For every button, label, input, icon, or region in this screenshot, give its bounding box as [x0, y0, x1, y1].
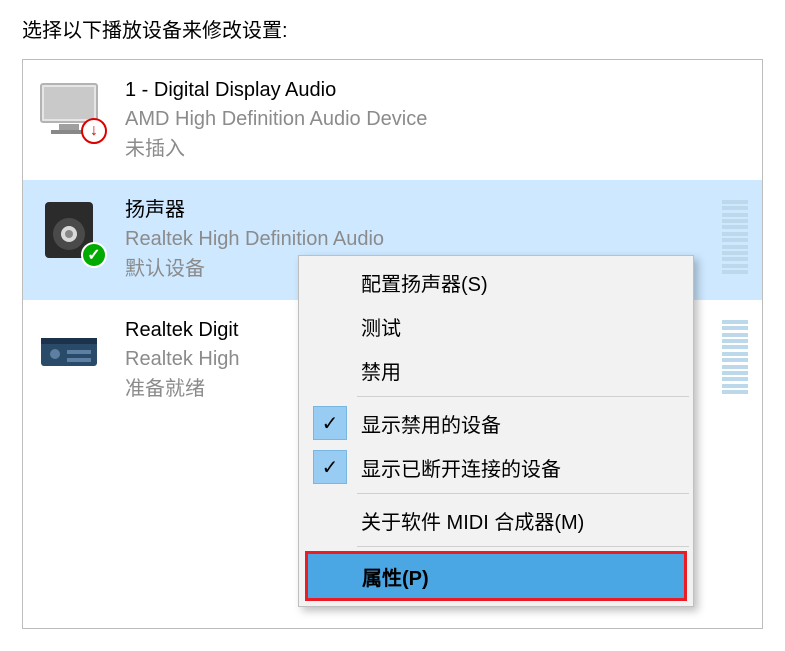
device-list-panel: 1 - Digital Display Audio AMD High Defin…	[22, 59, 763, 629]
speaker-icon	[37, 198, 101, 262]
device-subtitle: Realtek High Definition Audio	[125, 224, 712, 254]
device-text: 1 - Digital Display Audio AMD High Defin…	[125, 76, 748, 164]
menu-item-label: 配置扬声器(S)	[361, 268, 691, 297]
menu-item-test[interactable]: 测试	[301, 304, 691, 348]
device-status: 未插入	[125, 134, 748, 164]
menu-item-about-midi[interactable]: 关于软件 MIDI 合成器(M)	[301, 498, 691, 542]
menu-item-label: 显示已断开连接的设备	[361, 453, 691, 482]
device-title: 扬声器	[125, 196, 712, 224]
menu-item-label: 禁用	[361, 356, 691, 385]
menu-item-label: 属性(P)	[362, 562, 684, 591]
annotation-highlight: 属性(P)	[305, 551, 687, 601]
menu-item-show-disconnected[interactable]: ✓ 显示已断开连接的设备	[301, 445, 691, 489]
menu-item-label: 显示禁用的设备	[361, 409, 691, 438]
device-title: 1 - Digital Display Audio	[125, 76, 748, 104]
menu-item-label: 关于软件 MIDI 合成器(M)	[361, 506, 691, 535]
menu-separator	[357, 546, 689, 547]
monitor-icon	[37, 78, 101, 142]
unplugged-badge-icon	[81, 118, 107, 144]
menu-item-configure[interactable]: 配置扬声器(S)	[301, 260, 691, 304]
menu-separator	[357, 493, 689, 494]
level-meter-icon	[722, 200, 748, 274]
menu-separator	[357, 396, 689, 397]
menu-item-show-disabled[interactable]: ✓ 显示禁用的设备	[301, 401, 691, 445]
menu-item-label: 测试	[361, 312, 691, 341]
check-icon: ✓	[313, 450, 347, 484]
menu-item-disable[interactable]: 禁用	[301, 348, 691, 392]
default-badge-icon	[81, 242, 107, 268]
instruction-label: 选择以下播放设备来修改设置:	[0, 0, 785, 53]
device-subtitle: AMD High Definition Audio Device	[125, 104, 748, 134]
receiver-icon	[37, 318, 101, 382]
context-menu: 配置扬声器(S) 测试 禁用 ✓ 显示禁用的设备 ✓ 显示已断开连接的设备 关于…	[298, 255, 694, 607]
menu-item-properties[interactable]: 属性(P)	[308, 554, 684, 598]
level-meter-icon	[722, 320, 748, 394]
check-icon: ✓	[313, 406, 347, 440]
list-item[interactable]: 1 - Digital Display Audio AMD High Defin…	[23, 60, 762, 180]
